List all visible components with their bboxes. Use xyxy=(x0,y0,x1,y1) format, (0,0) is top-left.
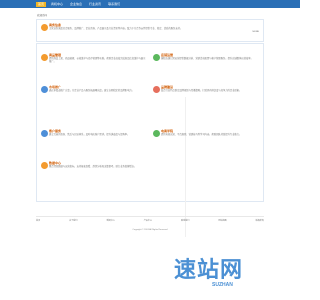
service-title: 市场推广 xyxy=(49,85,62,89)
nav-item-company[interactable]: 企业信息 xyxy=(68,2,84,7)
service-title: 品牌建设 xyxy=(161,85,174,89)
footer-divider xyxy=(36,216,264,217)
intro-icon xyxy=(41,24,48,31)
intro-title: 商务信息 xyxy=(49,23,62,27)
product-icon xyxy=(41,54,48,61)
service-description: 聚合经营数据与运营指标，支持报表查看、趋势分析和决策参考，助力业务稳健增长。 xyxy=(49,166,137,168)
welcome-text: 欢迎访问 xyxy=(37,14,48,17)
store-icon xyxy=(153,54,160,61)
service-title: 店铺运营 xyxy=(161,53,174,57)
footer-link[interactable]: 联系我们 xyxy=(181,220,189,223)
service-description: 提供电商运营、平台规则、营销技巧等学习内容，帮助团队持续提升专业能力。 xyxy=(161,134,242,136)
promotion-icon xyxy=(41,86,48,93)
footer-links: 首页 关于我们 新闻中心 产品中心 联系我们 网站地图 版权所有 xyxy=(36,220,264,223)
service-description: 围绕店铺日常运营提供数据分析、营销活动配置与客户管理服务，提升店铺整体运营效率。 xyxy=(161,58,253,60)
service-description: 建立完善的咨询、售后与回访体系，及时响应客户需求，提升满意度与复购率。 xyxy=(49,134,130,136)
nav-item-business[interactable]: 商机中心 xyxy=(49,2,65,7)
page-root: 首页 商机中心 企业信息 行业资讯 联系我们 欢迎访问 商务信息 主营业务涵盖综… xyxy=(0,0,300,300)
intro-card: 商务信息 主营业务涵盖综合服务、品牌推广、企业咨询、产品展示及行业资讯等内容，致… xyxy=(36,19,264,42)
service-title: 数据中心 xyxy=(49,161,62,165)
service-title: 商品管理 xyxy=(49,53,62,57)
service-description: 通过多渠道推广方案，为企业产品与服务拓展曝光度，建立长期稳定的品牌影响力。 xyxy=(49,90,134,92)
watermark: 速站网 SUZHAN xyxy=(174,258,294,292)
watermark-text: 速站网 xyxy=(174,257,244,282)
service-title: 客户服务 xyxy=(49,129,62,133)
intro-more-link[interactable]: MORE xyxy=(252,31,259,34)
footer-link[interactable]: 网站地图 xyxy=(218,220,226,223)
data-center-icon xyxy=(41,162,48,169)
brand-icon xyxy=(153,86,160,93)
watermark-subtext: SUZHAN xyxy=(212,282,233,288)
service-description: 提供商品上架、商品编辑、价格维护与库存管理等功能，帮助企业高效完成商品信息维护与… xyxy=(49,58,146,64)
nav-item-home[interactable]: 首页 xyxy=(36,1,47,7)
nav-item-contact[interactable]: 联系我们 xyxy=(106,2,122,7)
services-card: 商品管理 提供商品上架、商品编辑、价格维护与库存管理等功能，帮助企业高效完成商品… xyxy=(36,43,264,237)
service-title: 电商学院 xyxy=(161,129,174,133)
footer-link[interactable]: 版权所有 xyxy=(256,220,264,223)
main-navigation: 首页 商机中心 企业信息 行业资讯 联系我们 xyxy=(36,0,122,8)
customer-service-icon xyxy=(41,130,48,137)
nav-item-news[interactable]: 行业资讯 xyxy=(87,2,103,7)
footer-link[interactable]: 首页 xyxy=(36,220,40,223)
intro-description: 主营业务涵盖综合服务、品牌推广、企业咨询、产品展示及行业资讯等内容，致力于为合作… xyxy=(49,28,183,30)
service-description: 结合行业特点制定品牌规划与传播策略，打造具有辨识度与竞争力的企业形象。 xyxy=(161,90,242,92)
footer-link[interactable]: 关于我们 xyxy=(69,220,77,223)
footer-link[interactable]: 新闻中心 xyxy=(106,220,114,223)
footer-link[interactable]: 产品中心 xyxy=(144,220,152,223)
academy-icon xyxy=(153,130,160,137)
copyright-text: Copyright © 2024 All Rights Reserved xyxy=(132,229,168,231)
